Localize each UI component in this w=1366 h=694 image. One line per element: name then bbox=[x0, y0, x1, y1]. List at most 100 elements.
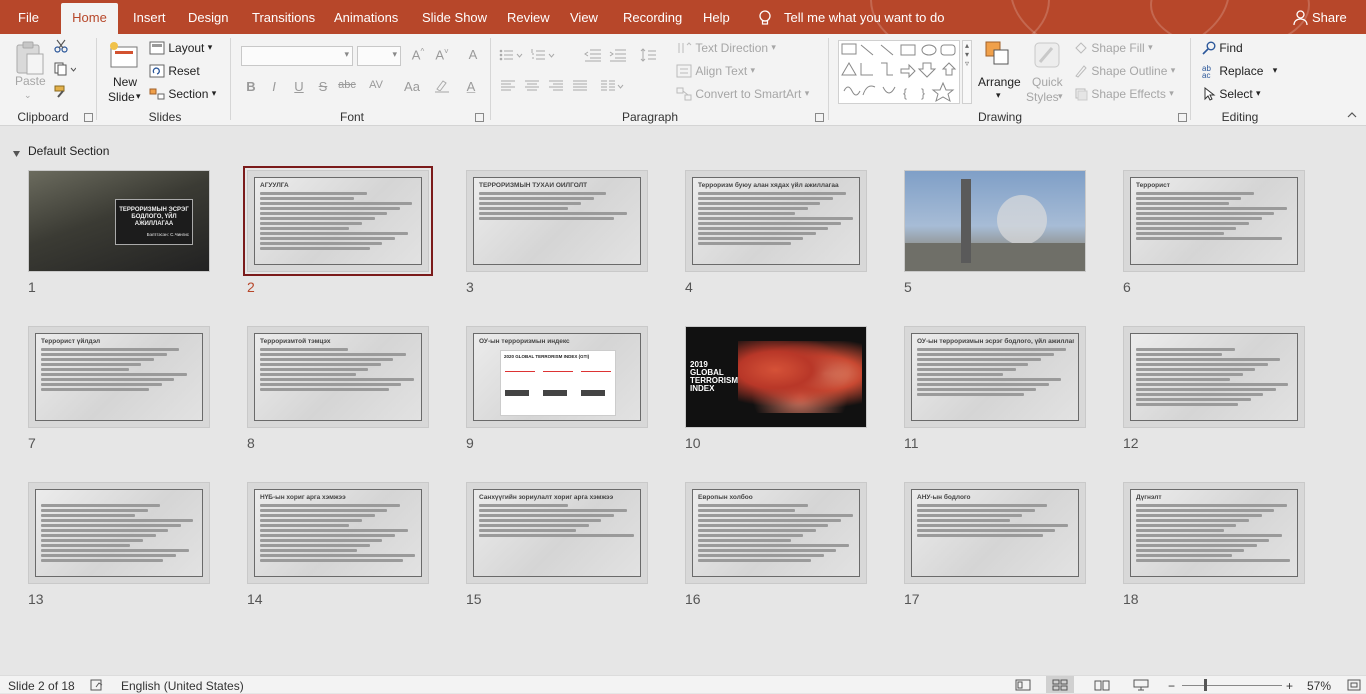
fit-to-window-button[interactable] bbox=[1347, 679, 1361, 694]
slide-thumbnail[interactable]: 2019 GLOBAL TERRORISM INDEX bbox=[685, 326, 867, 428]
normal-view-button[interactable] bbox=[1015, 679, 1031, 694]
paste-dropdown-arrow[interactable]: ⌄ bbox=[24, 90, 32, 101]
arrange-button[interactable] bbox=[984, 40, 1014, 77]
clipboard-launcher[interactable] bbox=[84, 113, 93, 122]
zoom-level[interactable]: 57% bbox=[1307, 679, 1331, 693]
tab-view[interactable]: View bbox=[570, 0, 598, 34]
zoom-in-button[interactable]: + bbox=[1286, 679, 1293, 693]
paste-button[interactable] bbox=[14, 40, 46, 76]
tab-home[interactable]: Home bbox=[61, 3, 118, 34]
reset-button[interactable]: Reset bbox=[149, 63, 200, 78]
underline-button[interactable]: U bbox=[289, 79, 309, 94]
zoom-slider-track[interactable] bbox=[1182, 685, 1282, 686]
shape-effects-button[interactable]: Shape Effects ▾ bbox=[1074, 86, 1174, 101]
tab-insert[interactable]: Insert bbox=[133, 0, 166, 34]
collapse-section-icon[interactable] bbox=[12, 147, 21, 161]
reading-view-button[interactable] bbox=[1094, 679, 1110, 694]
cut-button[interactable] bbox=[54, 39, 68, 56]
slide-thumbnail[interactable]: Терроризмтой тэмцэх bbox=[247, 326, 429, 428]
tab-help[interactable]: Help bbox=[703, 0, 730, 34]
quick-styles-button[interactable] bbox=[1032, 40, 1062, 77]
align-center-button[interactable] bbox=[524, 80, 540, 95]
increase-font-size-button[interactable]: A^ bbox=[408, 47, 428, 62]
slide-thumbnail[interactable]: Терроризм буюу алан хядах үйл ажиллагаа bbox=[685, 170, 867, 272]
font-name-dropdown[interactable]: ▾ bbox=[241, 46, 353, 66]
text-line bbox=[698, 227, 829, 230]
change-case-button[interactable]: Aa bbox=[400, 79, 424, 94]
increase-indent-button[interactable] bbox=[609, 48, 627, 65]
slide-thumbnail[interactable]: ТЕРРОРИЗМЫН ЭСРЭГ БОДЛОГО, ҮЙЛ АЖИЛЛАГАА… bbox=[28, 170, 210, 272]
tab-transitions[interactable]: Transitions bbox=[252, 0, 315, 34]
decrease-font-size-button[interactable]: A˅ bbox=[432, 47, 452, 62]
collapse-ribbon-button[interactable] bbox=[1347, 110, 1357, 122]
slide-thumbnail[interactable] bbox=[28, 482, 210, 584]
shape-outline-button[interactable]: Shape Outline ▾ bbox=[1074, 63, 1175, 78]
text-line bbox=[698, 529, 816, 532]
language-label[interactable]: English (United States) bbox=[121, 679, 244, 693]
shapes-gallery-scroll[interactable]: ▴ ▾ ▿ bbox=[962, 40, 972, 104]
shape-fill-button[interactable]: Shape Fill ▾ bbox=[1074, 40, 1153, 55]
spell-check-button[interactable] bbox=[90, 679, 104, 694]
slide-thumbnail[interactable]: Европын холбоо bbox=[685, 482, 867, 584]
copy-button[interactable] bbox=[54, 62, 77, 79]
slide-thumbnail[interactable] bbox=[1123, 326, 1305, 428]
slide-thumbnail[interactable]: ОУ-ын терроризмын индекс 2020 GLOBAL TERR… bbox=[466, 326, 648, 428]
zoom-slider-thumb[interactable] bbox=[1204, 679, 1207, 691]
numbering-button[interactable] bbox=[531, 48, 557, 65]
zoom-out-button[interactable]: − bbox=[1168, 679, 1175, 693]
strikethrough-button[interactable]: S bbox=[313, 79, 333, 94]
italic-button[interactable]: I bbox=[264, 79, 284, 94]
font-size-dropdown[interactable]: ▾ bbox=[357, 46, 401, 66]
decrease-indent-button[interactable] bbox=[584, 48, 602, 65]
text-line bbox=[479, 524, 589, 527]
slide-thumbnail[interactable]: Дүгнэлт bbox=[1123, 482, 1305, 584]
bold-button[interactable]: B bbox=[241, 79, 261, 94]
font-launcher[interactable] bbox=[475, 113, 484, 122]
slide-thumbnail[interactable]: ОУ-ын терроризмын эсрэг бодлого, үйл ажи… bbox=[904, 326, 1086, 428]
section-button[interactable]: Section ▾ bbox=[149, 86, 216, 101]
new-slide-button[interactable] bbox=[108, 40, 140, 75]
tab-animations[interactable]: Animations bbox=[334, 0, 398, 34]
slideshow-view-button[interactable] bbox=[1133, 679, 1149, 694]
replace-button[interactable]: ab ac Replace ▾ bbox=[1202, 63, 1277, 78]
slide-thumbnail[interactable]: Террорист үйлдэл bbox=[28, 326, 210, 428]
text-line bbox=[1136, 348, 1235, 351]
tab-review[interactable]: Review bbox=[507, 0, 550, 34]
text-direction-button[interactable]: Text Direction ▾ bbox=[676, 40, 776, 55]
slide-thumbnail[interactable]: АНУ-ын бодлого bbox=[904, 482, 1086, 584]
convert-smartart-button[interactable]: Convert to SmartArt ▾ bbox=[676, 86, 809, 101]
select-button[interactable]: Select ▾ bbox=[1202, 86, 1261, 101]
slide-sorter-view-button[interactable] bbox=[1046, 676, 1074, 693]
highlight-button[interactable] bbox=[432, 79, 452, 96]
slide-thumbnail[interactable]: ТЕРРОРИЗМЫН ТУХАЙ ОЙЛГОЛТ bbox=[466, 170, 648, 272]
drawing-launcher[interactable] bbox=[1178, 113, 1187, 122]
align-left-button[interactable] bbox=[500, 80, 516, 95]
format-painter-button[interactable] bbox=[54, 85, 68, 102]
slide-thumbnail[interactable] bbox=[904, 170, 1086, 272]
font-color-button[interactable]: A bbox=[461, 79, 481, 94]
find-button[interactable]: Find bbox=[1202, 40, 1243, 55]
align-center-icon bbox=[525, 80, 539, 91]
slide-thumbnail[interactable]: АГУУЛГА bbox=[243, 166, 433, 276]
bullets-button[interactable] bbox=[499, 48, 525, 65]
tab-design[interactable]: Design bbox=[188, 0, 228, 34]
columns-button[interactable] bbox=[600, 80, 626, 95]
line-spacing-button[interactable] bbox=[640, 48, 662, 65]
slide-thumbnail[interactable]: НҮБ-ын хориг арга хэмжээ bbox=[247, 482, 429, 584]
shapes-gallery[interactable]: {} bbox=[838, 40, 960, 104]
character-spacing-button[interactable]: AV bbox=[364, 79, 388, 91]
text-shadow-button[interactable]: abc bbox=[337, 79, 357, 91]
align-right-button[interactable] bbox=[548, 80, 564, 95]
tab-recording[interactable]: Recording bbox=[623, 0, 682, 34]
section-title[interactable]: Default Section bbox=[28, 144, 109, 158]
clear-formatting-button[interactable]: A bbox=[463, 47, 483, 62]
new-slide-dropdown-arrow[interactable]: ▾ bbox=[136, 91, 141, 102]
align-text-button[interactable]: Align Text ▾ bbox=[676, 63, 755, 78]
tab-file[interactable]: File bbox=[18, 0, 39, 34]
layout-button[interactable]: Layout ▾ bbox=[149, 40, 212, 55]
justify-button[interactable] bbox=[572, 80, 588, 95]
slide-thumbnail[interactable]: Санхүүгийн зориулалт хориг арга хэмжээ bbox=[466, 482, 648, 584]
tab-slide-show[interactable]: Slide Show bbox=[422, 0, 487, 34]
slide-thumbnail[interactable]: Террорист bbox=[1123, 170, 1305, 272]
paragraph-launcher[interactable] bbox=[815, 113, 824, 122]
